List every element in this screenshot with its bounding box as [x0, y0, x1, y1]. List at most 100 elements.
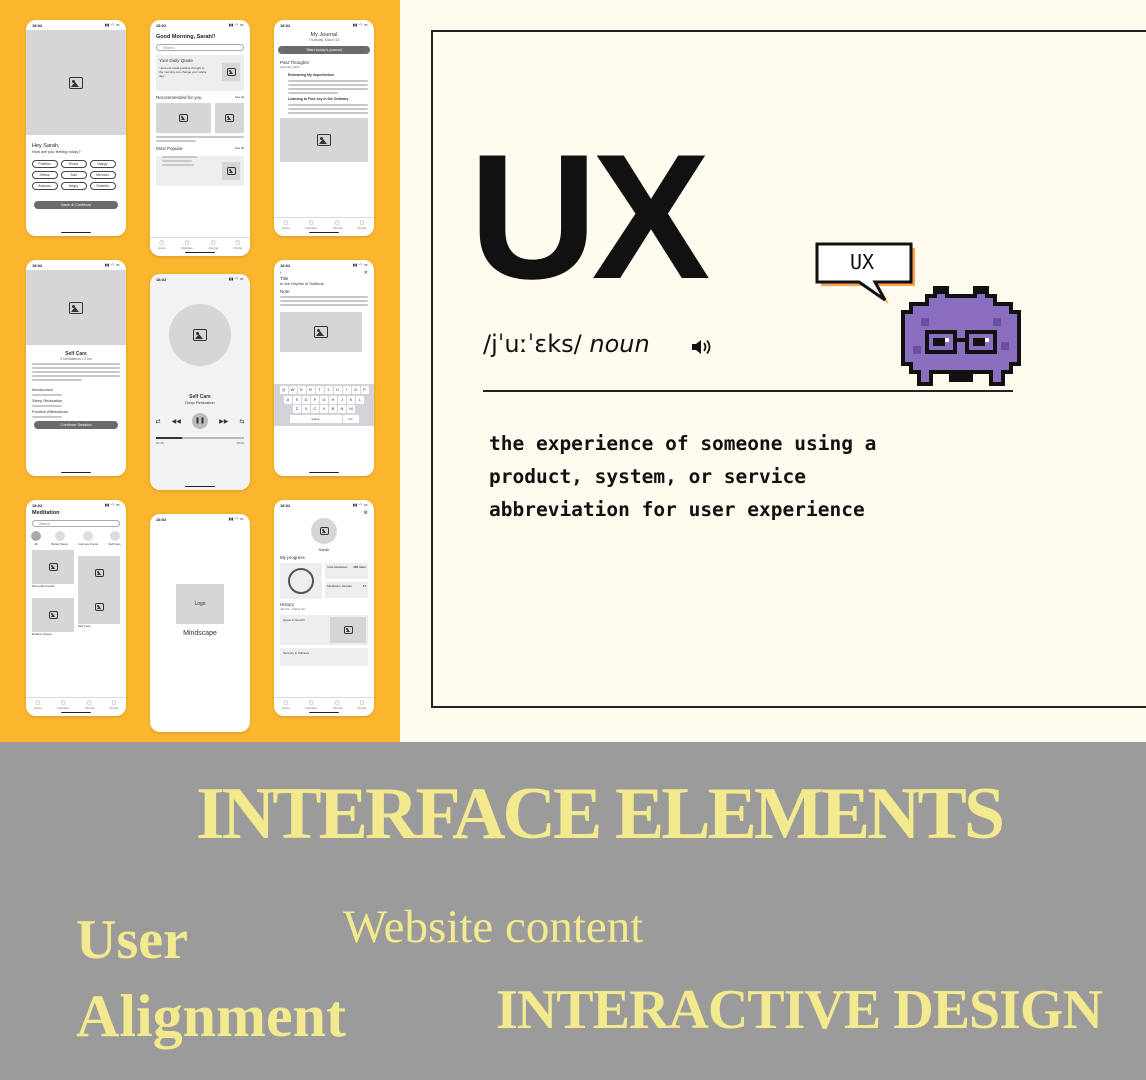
category-all[interactable]: All [31, 531, 42, 546]
keyboard-key[interactable]: F [311, 395, 319, 404]
image-icon [94, 569, 104, 577]
keyboard-key[interactable]: I [342, 386, 351, 394]
keyboard-key[interactable]: K [347, 395, 355, 404]
tab-profile[interactable]: Profile [234, 240, 243, 250]
keyboard-key[interactable]: Z [293, 405, 301, 413]
mood-chip[interactable]: Grateful [89, 181, 116, 190]
tab-profile[interactable]: Profile [358, 220, 367, 230]
keyboard-key[interactable]: L [356, 395, 364, 404]
tile[interactable]: Personal Growth [32, 550, 74, 594]
keyboard-key[interactable]: M [347, 405, 355, 413]
keyboard-key[interactable]: N [338, 405, 346, 413]
image-placeholder [280, 118, 368, 162]
keyboard-key[interactable]: X [302, 405, 310, 413]
keyboard-key[interactable]: Q [279, 386, 288, 394]
title-field[interactable]: In the Depths of Solitude [274, 281, 374, 286]
rewind-icon[interactable]: ◀◀ [172, 418, 181, 425]
keyboard-key[interactable]: E [297, 386, 306, 394]
speaker-icon[interactable] [691, 339, 713, 355]
start-journal-button[interactable]: Start today's journal [278, 46, 370, 54]
session-item[interactable]: Introduction [26, 387, 126, 392]
tab-journal[interactable]: Journal [84, 700, 94, 710]
category-sleep[interactable]: Better Sleep [51, 531, 68, 546]
mood-chip[interactable]: Stress [31, 170, 58, 179]
keyboard-key[interactable]: H [329, 395, 337, 404]
keyboard-key[interactable]: Y [324, 386, 333, 394]
keyboard-key[interactable]: D [302, 395, 310, 404]
mood-chip[interactable]: Angry [60, 181, 87, 190]
journal-entry-title[interactable]: Learning to Find Joy in the Ordinary [274, 97, 374, 102]
mood-chip[interactable]: Anxious [31, 181, 58, 190]
tab-meditate[interactable]: Meditate [181, 240, 193, 250]
close-icon[interactable]: ✕ [364, 270, 368, 276]
definition-line: the experience of someone using a [489, 432, 877, 455]
tab-journal[interactable]: Journal [332, 700, 342, 710]
tab-home[interactable]: Home [158, 240, 166, 250]
tile[interactable]: Self Care [78, 590, 120, 636]
keyboard-key[interactable]: T [315, 386, 324, 394]
keyboard-key[interactable]: R [306, 386, 315, 394]
tab-meditate[interactable]: Meditate [305, 220, 317, 230]
keyboard-key[interactable]: C [311, 405, 319, 413]
tab-journal[interactable]: Journal [208, 240, 218, 250]
see-all-link[interactable]: See all [235, 95, 244, 100]
tab-home[interactable]: Home [34, 700, 42, 710]
mood-chip[interactable]: Positive [31, 159, 58, 168]
tab-profile[interactable]: Profile [358, 700, 367, 710]
tab-home[interactable]: Home [282, 700, 290, 710]
image-placeholder[interactable] [215, 103, 244, 133]
session-meta: 3 Meditations • 2 hrs [60, 357, 92, 361]
tab-profile[interactable]: Profile [110, 700, 119, 710]
keyboard-key[interactable]: B [329, 405, 337, 413]
go-key[interactable]: Go [342, 414, 359, 423]
keyboard-key[interactable]: J [338, 395, 346, 404]
save-continue-button[interactable]: Save & Continue [34, 201, 118, 209]
mockup-player-screen: 18:02 ▮▮ ◠ ▭ Self Care Deep Relaxation ⇄ ◀… [150, 274, 250, 490]
continue-session-button[interactable]: Continue Session [34, 421, 118, 429]
daily-quote-card[interactable]: Your Daily Quote "Just one small positiv… [156, 55, 244, 91]
space-key[interactable]: space [289, 414, 342, 423]
keyboard-key[interactable]: V [320, 405, 328, 413]
image-placeholder[interactable] [156, 103, 212, 133]
keyboard-key[interactable]: P [360, 386, 369, 394]
tab-meditate[interactable]: Meditate [305, 700, 317, 710]
gear-icon[interactable]: ⚙ [274, 510, 374, 516]
popular-card[interactable] [156, 156, 244, 186]
keyboard-key[interactable]: W [288, 386, 297, 394]
mood-chip[interactable]: Nervous [89, 170, 116, 179]
keyboard-key[interactable]: S [293, 395, 301, 404]
tile[interactable]: Improve Sleep [78, 556, 120, 594]
category-self-care[interactable]: Self Care [108, 531, 121, 546]
keyboard-key[interactable]: O [351, 386, 360, 394]
search-input[interactable]: Search [156, 44, 244, 51]
pause-icon[interactable]: ❚❚ [192, 413, 208, 429]
see-all-link[interactable]: See all [235, 146, 244, 151]
tile[interactable]: Reduce Stress [32, 598, 74, 636]
tab-meditate[interactable]: Meditate [57, 700, 69, 710]
shuffle-icon[interactable]: ⇄ [156, 418, 161, 425]
mood-chip[interactable]: Proud [60, 159, 87, 168]
keyboard-key[interactable]: A [284, 395, 292, 404]
forward-icon[interactable]: ▶▶ [219, 418, 228, 425]
session-item[interactable]: Positive Affirmations [26, 409, 126, 414]
mood-chip[interactable]: Sad [60, 170, 87, 179]
keyboard: QWERTYUIOP ASDFGHJKL ZXCVBNM space Go [274, 384, 374, 426]
repeat-icon[interactable]: ⇆ [239, 418, 244, 425]
tab-journal[interactable]: Journal [332, 220, 342, 230]
tab-home[interactable]: Home [282, 220, 290, 230]
keyboard-key[interactable]: G [320, 395, 328, 404]
image-icon [343, 626, 353, 634]
total-time: 08:00 [236, 440, 244, 445]
progress-slider[interactable] [156, 437, 244, 439]
mood-chip[interactable]: Happy [89, 159, 116, 168]
app-name: Mindscape [183, 630, 217, 637]
category-focus[interactable]: Improve Focus [78, 531, 98, 546]
pixel-monster [901, 286, 1021, 386]
keyboard-key[interactable]: U [333, 386, 342, 394]
session-item[interactable]: Sleep Relaxation [26, 398, 126, 403]
search-input[interactable]: Search [32, 520, 120, 527]
tab-bar: Home Meditate Journal Profile [150, 237, 250, 250]
journal-entry-title[interactable]: Embracing My Imperfection [274, 73, 374, 78]
history-card[interactable]: Serenity in Stillness [280, 648, 368, 666]
history-card[interactable]: Quest to Growth [280, 615, 368, 645]
